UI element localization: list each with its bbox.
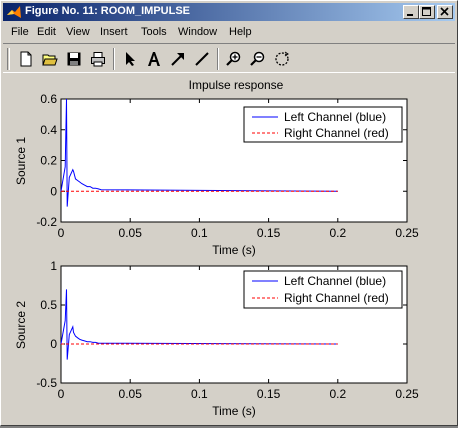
save-button[interactable] [63,48,85,70]
ytick-label: -0.2 [36,215,57,229]
figure-title: Impulse response [189,78,284,92]
legend-2-right-label: Right Channel (red) [284,291,389,305]
ytick-label: 0 [50,337,57,351]
legend-2-left-label: Left Channel (blue) [284,274,386,288]
legend-1[interactable]: Left Channel (blue) Right Channel (red) [243,106,403,143]
menu-file[interactable]: File [11,26,29,38]
ytick-label: 0.4 [40,123,57,137]
xtick-label: 0.2 [329,226,346,240]
legend-1-left-label: Left Channel (blue) [284,110,386,124]
axes-2-ylabel: Source 2 [14,301,28,349]
toolbar-separator [217,48,219,70]
legend-1-right-label: Right Channel (red) [284,126,389,140]
xtick-label: 0.05 [119,226,143,240]
open-file-button[interactable] [39,48,61,70]
figure-canvas: Impulse response -0.2 0 0.2 0.4 0.6 0 0.05 0.1… [3,74,455,423]
maximize-icon [422,7,431,16]
axes-1-ylabel: Source 1 [14,137,28,185]
menu-tools[interactable]: Tools [141,26,167,38]
xtick-label: 0.1 [191,387,208,401]
xtick-label: 0.15 [257,226,281,240]
toolbar-separator [113,48,115,70]
close-icon [440,7,449,16]
save-icon [67,52,81,66]
new-figure-button[interactable] [15,48,37,70]
xtick-label: 0.25 [395,387,419,401]
legend-2[interactable]: Left Channel (blue) Right Channel (red) [243,270,403,309]
insert-line-icon [195,52,209,66]
subplot-source-1: -0.200.20.40.6 0 0.05 0.1 0.15 0.2 0.25 Time … [14,92,419,257]
menu-view[interactable]: View [66,26,90,38]
open-file-icon [42,54,58,66]
ytick-label: 0.6 [40,92,57,106]
xtick-label: 0 [58,387,65,401]
ytick-label: 0.2 [40,154,57,168]
title-bar[interactable]: Figure No. 11: ROOM_IMPULSE [3,3,455,21]
rotate-3d-button[interactable] [271,48,293,70]
insert-line-button[interactable] [191,48,213,70]
zoom-out-button[interactable] [247,48,269,70]
zoom-in-icon [226,51,241,66]
menu-edit[interactable]: Edit [37,26,56,38]
xtick-label: 0.2 [329,387,346,401]
menu-help[interactable]: Help [229,26,252,38]
minimize-button[interactable] [403,5,419,19]
toolbar [3,43,455,73]
close-button[interactable] [437,5,453,19]
maximize-button[interactable] [419,5,435,19]
print-button[interactable] [87,48,109,70]
new-figure-icon [20,51,32,67]
axes-1-xlabel: Time (s) [212,243,256,257]
select-button[interactable] [119,48,141,70]
zoom-out-icon [250,51,265,66]
xtick-label: 0.1 [191,226,208,240]
xtick-label: 0.05 [119,387,143,401]
ytick-label: 0.5 [40,298,57,312]
xtick-label: 0.25 [395,226,419,240]
menu-bar: File Edit View Insert Tools Window Help [3,23,455,42]
menu-insert[interactable]: Insert [100,26,128,38]
select-arrow-icon [126,52,135,66]
xtick-label: 0 [58,226,65,240]
xtick-label: 0.15 [257,387,281,401]
ytick-label: 0 [50,184,57,198]
matlab-icon [7,6,21,18]
toolbar-grip [7,48,10,70]
ytick-label: -0.5 [36,376,57,390]
zoom-in-button[interactable] [223,48,245,70]
print-icon [91,52,105,67]
insert-text-icon [148,52,160,66]
subplot-source-2: -0.500.51 0 0.05 0.1 0.15 0.2 0.25 Time (s) S… [14,259,419,418]
insert-text-button[interactable] [143,48,165,70]
menu-window[interactable]: Window [178,26,217,38]
minimize-icon [407,14,413,16]
window-title: Figure No. 11: ROOM_IMPULSE [25,5,191,17]
insert-arrow-button[interactable] [167,48,189,70]
plots-area: Impulse response -0.200.20.40.6 0 0.05 0.1… [14,78,419,418]
insert-arrow-icon [171,53,184,66]
figure-window: Figure No. 11: ROOM_IMPULSE File Edit Vi… [0,0,458,426]
ytick-label: 1 [50,259,57,273]
rotate-3d-icon [275,51,289,66]
axes-2-xlabel: Time (s) [212,404,256,418]
